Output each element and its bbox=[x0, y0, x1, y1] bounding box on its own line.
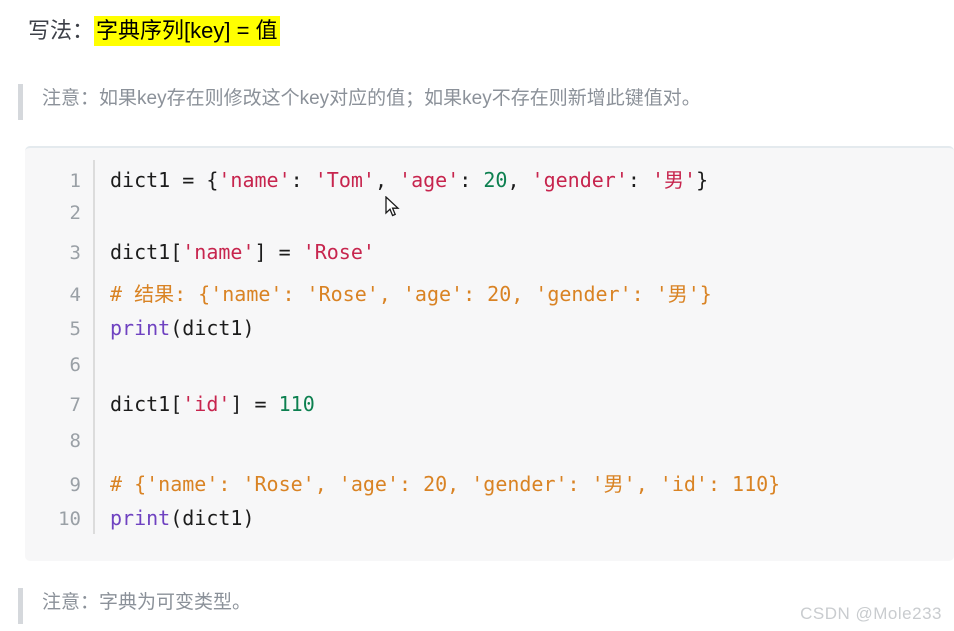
syntax-heading-expression: 字典序列[key] = 值 bbox=[94, 16, 280, 46]
line-number: 6 bbox=[69, 354, 81, 376]
line-number: 2 bbox=[69, 202, 81, 224]
code-line: 2 bbox=[25, 202, 954, 240]
note-top-text: 注意：如果key存在则修改这个key对应的值；如果key不存在则新增此键值对。 bbox=[42, 88, 701, 109]
code-line-text: dict1['id'] = 110 bbox=[110, 392, 315, 416]
line-number: 7 bbox=[69, 394, 81, 416]
code-line-text: # 结果: {'name': 'Rose', 'age': 20, 'gende… bbox=[110, 282, 712, 306]
note-bottom-text: 注意：字典为可变类型。 bbox=[42, 592, 252, 613]
code-block-content: 1 dict1 = {'name': 'Tom', 'age': 20, 'ge… bbox=[25, 148, 954, 544]
code-line-text: # {'name': 'Rose', 'age': 20, 'gender': … bbox=[110, 472, 781, 496]
code-line-text: dict1 = {'name': 'Tom', 'age': 20, 'gend… bbox=[110, 168, 709, 192]
code-line-text: print(dict1) bbox=[110, 316, 255, 340]
line-number: 1 bbox=[69, 170, 81, 192]
line-number: 10 bbox=[58, 508, 81, 530]
code-line: 1 dict1 = {'name': 'Tom', 'age': 20, 'ge… bbox=[25, 164, 954, 202]
line-number: 3 bbox=[69, 242, 81, 264]
code-line: 7 dict1['id'] = 110 bbox=[25, 392, 954, 430]
code-line: 8 bbox=[25, 430, 954, 468]
code-line: 3 dict1['name'] = 'Rose' bbox=[25, 240, 954, 278]
watermark: CSDN @Mole233 bbox=[800, 604, 942, 623]
code-line: 10 print(dict1) bbox=[25, 506, 954, 544]
code-line-text: dict1['name'] = 'Rose' bbox=[110, 240, 375, 264]
syntax-heading: 写法：字典序列[key] = 值 bbox=[28, 14, 280, 48]
code-line-text: print(dict1) bbox=[110, 506, 255, 530]
line-number: 9 bbox=[69, 474, 81, 496]
code-line: 4 # 结果: {'name': 'Rose', 'age': 20, 'gen… bbox=[25, 278, 954, 316]
code-line: 5 print(dict1) bbox=[25, 316, 954, 354]
note-top: 注意：如果key存在则修改这个key对应的值；如果key不存在则新增此键值对。 bbox=[18, 84, 701, 120]
code-block[interactable]: 1 dict1 = {'name': 'Tom', 'age': 20, 'ge… bbox=[25, 146, 954, 561]
note-bottom: 注意：字典为可变类型。 bbox=[18, 588, 251, 624]
line-number: 5 bbox=[69, 318, 81, 340]
syntax-heading-label: 写法： bbox=[28, 18, 95, 43]
line-number: 4 bbox=[69, 284, 81, 306]
gutter-divider bbox=[93, 160, 95, 534]
line-number: 8 bbox=[69, 430, 81, 452]
code-line: 6 bbox=[25, 354, 954, 392]
code-line: 9 # {'name': 'Rose', 'age': 20, 'gender'… bbox=[25, 468, 954, 506]
